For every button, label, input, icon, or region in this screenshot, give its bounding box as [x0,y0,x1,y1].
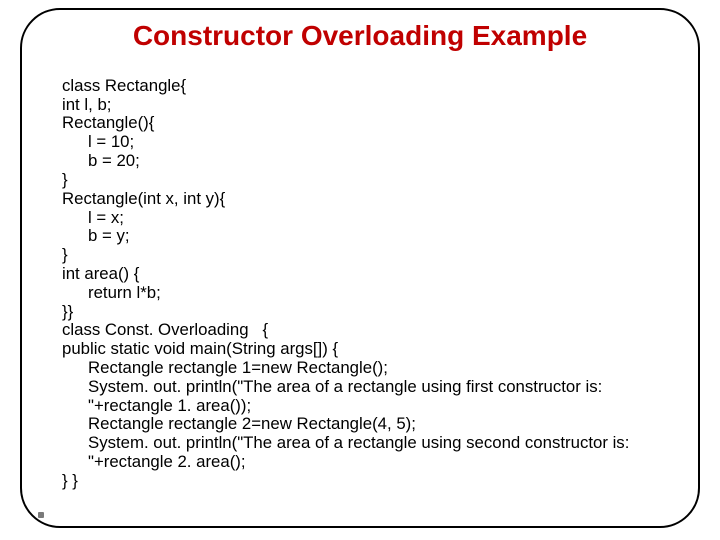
code-line: return l*b; [62,284,658,303]
code-line: Rectangle rectangle 1=new Rectangle(); [62,359,658,378]
slide-title: Constructor Overloading Example [62,20,658,52]
code-line: } [62,245,68,264]
code-line: }} [62,302,73,321]
code-line: Rectangle(){ [62,113,154,132]
code-line: class Rectangle{ [62,76,186,95]
code-line: l = 10; [62,133,658,152]
code-line: l = x; [62,209,658,228]
slide-frame: Constructor Overloading Example class Re… [20,8,700,528]
code-line: Rectangle rectangle 2=new Rectangle(4, 5… [62,415,658,434]
code-line: public static void main(String args[]) { [62,339,338,358]
code-line: b = 20; [62,152,658,171]
slide: Constructor Overloading Example class Re… [0,0,720,540]
code-block: class Rectangle{ int l, b; Rectangle(){ … [62,58,658,491]
code-line: Rectangle(int x, int y){ [62,189,225,208]
code-line: class Const. Overloading { [62,320,268,339]
code-line: b = y; [62,227,658,246]
code-line: System. out. println("The area of a rect… [62,378,658,416]
code-line: } [62,170,68,189]
code-line: int l, b; [62,95,111,114]
page-indicator-icon [38,512,44,518]
code-line: int area() { [62,264,139,283]
code-line: } } [62,471,78,490]
code-line: System. out. println("The area of a rect… [62,434,658,472]
